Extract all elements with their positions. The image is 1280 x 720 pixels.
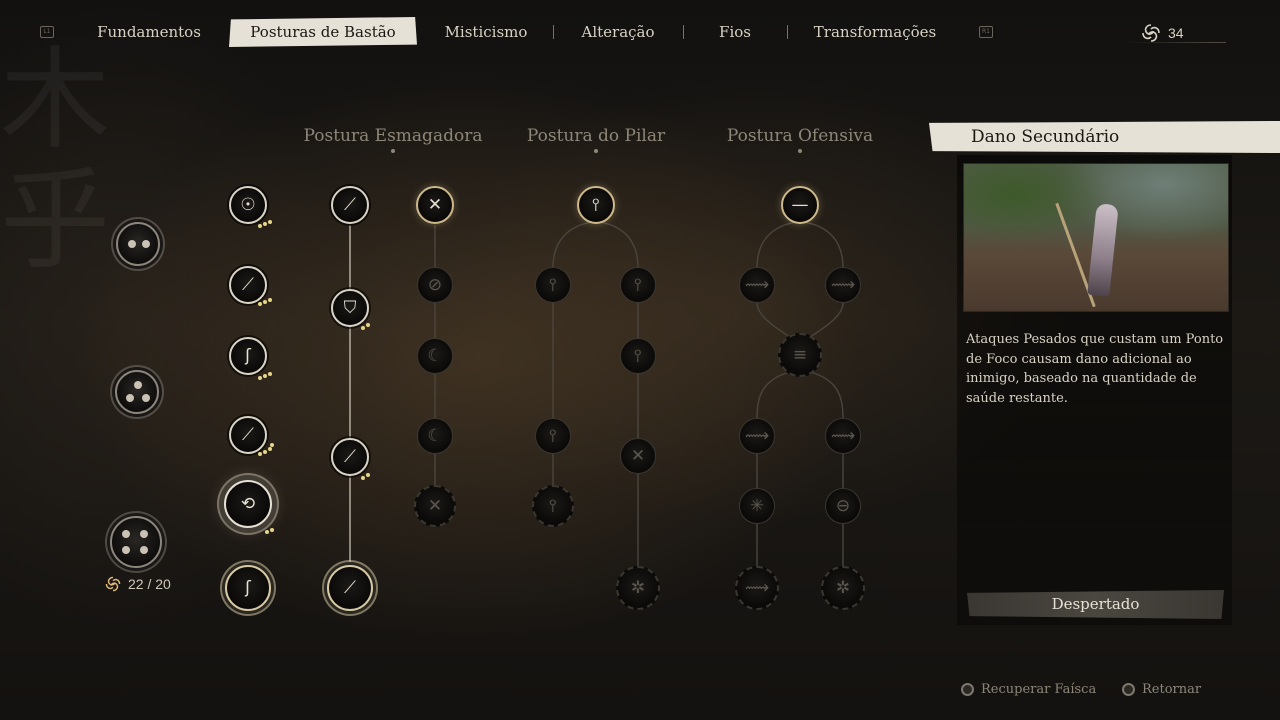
hook-icon: ʃ [245,345,251,366]
skill-node-locked[interactable]: ⫯ [535,418,571,454]
footer-recover-label: Recuperar Faísca [981,681,1097,697]
skill-description: Ataques Pesados que custam um Ponto de F… [966,332,1224,406]
multi-thrust-icon: ≡ [792,344,808,365]
spark-count: 22 / 20 [104,574,171,594]
spark-dot [134,381,142,389]
skill-node-dano-secundario[interactable]: ⟲ [224,480,272,528]
spark-dot [140,530,148,538]
footer-back[interactable]: Retornar [1122,680,1201,698]
footer-recover-spark[interactable]: Recuperar Faísca [961,680,1096,698]
skill-node-locked-capstone[interactable]: ⟿ [735,566,779,610]
skill-node-locked[interactable]: ⟿ [825,267,861,303]
spark-dot [126,394,134,402]
crossed-staffs-icon: ✕ [427,194,443,215]
upgrade-pips [361,320,379,332]
pillar-staff-icon: ⫯ [592,194,600,215]
thrust-icon: ⟿ [744,274,770,295]
skill-node-locked[interactable]: ✕ [620,438,656,474]
staff-strike-icon: ⟋ [242,274,254,295]
skill-node-locked-capstone[interactable]: ✕ [414,485,456,527]
spark-slot[interactable] [110,516,162,568]
spark-dot [142,394,150,402]
spark-slot[interactable] [116,222,160,266]
skill-node-esmagadora-1[interactable]: ⟋ [331,186,369,224]
spark-swirl-icon [105,576,121,592]
thrust-icon: ⟿ [830,274,856,295]
skill-node-esmagadora-root[interactable]: ✕ [416,186,454,224]
skill-node-locked[interactable]: ⊘ [417,267,453,303]
spark-count-value: 22 / 20 [128,576,171,592]
skill-node-locked-capstone[interactable]: ✲ [821,566,865,610]
thrust-icon: ⟿ [744,425,770,446]
square-button-icon [961,682,974,696]
skill-detail-title: Dano Secundário [929,121,1280,153]
skill-node-locked[interactable]: ⫯ [620,338,656,374]
thrust-icon: ⟿ [830,425,856,446]
skill-node-locked-capstone[interactable]: ✲ [616,566,660,610]
horizontal-staff-icon: — [791,194,809,215]
skill-node-passive-capstone[interactable]: ʃ [225,565,271,611]
skill-node-locked[interactable]: ☾ [417,338,453,374]
circle-button-icon [1122,682,1135,696]
upgrade-pips [258,443,276,457]
pillar-staff-icon: ⫯ [549,495,557,516]
spin-icon: ✲ [630,577,646,598]
crossed-staffs-icon: ✕ [427,495,443,516]
hook-icon: ʃ [245,577,251,598]
skill-node-locked[interactable]: ⊖ [825,488,861,524]
shield-icon: ⛉ [343,297,357,318]
skill-node-locked-capstone[interactable]: ⫯ [532,485,574,527]
crescent-icon: ☾ [427,345,443,366]
skill-node-locked[interactable]: ⟿ [739,418,775,454]
spiral-staff-icon: ⟲ [240,493,256,514]
flame-icon: ☉ [240,194,256,215]
spark-dot [140,546,148,554]
slash-icon: ⊘ [427,274,443,295]
skill-node-locked[interactable]: ⫯ [620,267,656,303]
awakened-button[interactable]: Despertado [967,590,1224,619]
orb-icon: ⊖ [835,495,851,516]
skill-node-esmagadora-capstone[interactable]: ⟋ [327,565,373,611]
burst-icon: ✳ [749,495,765,516]
skill-node-ofensiva-root[interactable]: — [781,186,819,224]
upgrade-pips [258,296,276,308]
preview-character [1087,203,1119,297]
footer-back-label: Retornar [1142,681,1202,697]
pillar-swirl-icon: ⫯ [634,274,642,295]
staff-charge-icon: ⟋ [242,424,254,445]
spark-dot [122,546,130,554]
crescent-icon: ☾ [427,425,443,446]
upgrade-pips [265,526,283,538]
pillar-staff-icon: ⫯ [549,425,557,446]
upgrade-pips [361,470,379,482]
skill-node-locked[interactable]: ⟿ [825,418,861,454]
thrust-icon: ⟿ [744,577,770,598]
upgrade-pips [258,218,276,230]
spark-slot[interactable] [115,370,159,414]
skill-node-locked[interactable]: ✳ [739,488,775,524]
skill-node-locked[interactable]: ☾ [417,418,453,454]
spark-dot [128,240,136,248]
pillar-swirl-icon: ⫯ [634,345,642,366]
staff-strike-icon: ⟋ [344,194,356,215]
skill-node-locked[interactable]: ⟿ [739,267,775,303]
spin-icon: ✲ [835,577,851,598]
skill-node-pilar-root[interactable]: ⫯ [577,186,615,224]
upgrade-pips [258,370,276,382]
spark-dot [122,530,130,538]
skill-preview-image [963,163,1229,312]
skill-node-locked[interactable]: ≡ [778,333,822,377]
staff-charge-icon: ⟋ [344,446,356,467]
skill-node-locked[interactable]: ⫯ [535,267,571,303]
pillar-staff-icon: ⫯ [549,274,557,295]
staff-strike-icon: ⟋ [344,577,356,598]
crossed-staffs-icon: ✕ [630,445,646,466]
spark-dot [142,240,150,248]
